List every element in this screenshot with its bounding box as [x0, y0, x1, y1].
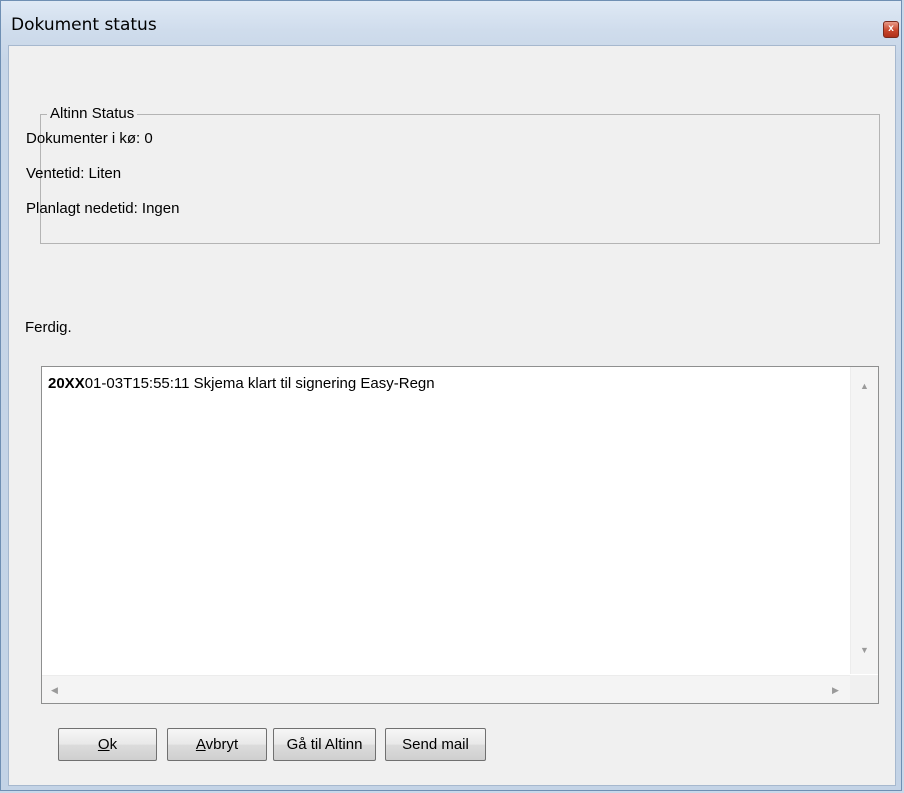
cancel-accel: A: [195, 736, 206, 753]
queue-count-label: Dokumenter i kø: 0: [26, 130, 153, 147]
goto-altinn-label: Gå til Altinn: [286, 736, 363, 753]
log-entry: 20XX01-03T15:55:11 Skjema klart til sign…: [48, 375, 435, 392]
horizontal-scrollbar[interactable]: ◀ ▶: [42, 675, 850, 703]
ok-button[interactable]: Ok: [58, 728, 157, 761]
status-text: Ferdig.: [25, 319, 72, 336]
ok-label: k: [109, 736, 118, 753]
cancel-label: vbryt: [205, 736, 239, 753]
scroll-right-icon[interactable]: ▶: [832, 685, 839, 695]
dialog-window: Dokument status x Altinn Status Dokument…: [0, 0, 902, 791]
scrollbar-corner: [850, 675, 878, 703]
close-icon: x: [888, 23, 894, 34]
log-textbox[interactable]: 20XX01-03T15:55:11 Skjema klart til sign…: [41, 366, 879, 704]
altinn-status-group: Altinn Status: [40, 105, 880, 244]
title-bar[interactable]: Dokument status x: [1, 1, 901, 45]
goto-altinn-button[interactable]: Gå til Altinn: [273, 728, 376, 761]
send-mail-label: Send mail: [402, 736, 469, 753]
group-legend: Altinn Status: [47, 105, 138, 122]
log-entry-year: 20XX: [48, 375, 85, 392]
send-mail-button[interactable]: Send mail: [385, 728, 486, 761]
cancel-button[interactable]: Avbryt: [167, 728, 267, 761]
wait-time-label: Ventetid: Liten: [26, 165, 122, 182]
dialog-client-area: Altinn Status Dokumenter i kø: 0 Venteti…: [8, 45, 896, 786]
planned-downtime-label: Planlagt nedetid: Ingen: [26, 200, 180, 217]
scroll-left-icon[interactable]: ◀: [51, 685, 58, 695]
vertical-scrollbar[interactable]: ▲ ▼: [850, 367, 878, 674]
scroll-down-icon[interactable]: ▼: [860, 645, 869, 655]
close-button[interactable]: x: [883, 21, 899, 38]
ok-accel: O: [97, 736, 110, 753]
log-entry-text: 01-03T15:55:11 Skjema klart til signerin…: [84, 375, 435, 392]
window-title: Dokument status: [11, 15, 157, 35]
scroll-up-icon[interactable]: ▲: [860, 381, 869, 391]
